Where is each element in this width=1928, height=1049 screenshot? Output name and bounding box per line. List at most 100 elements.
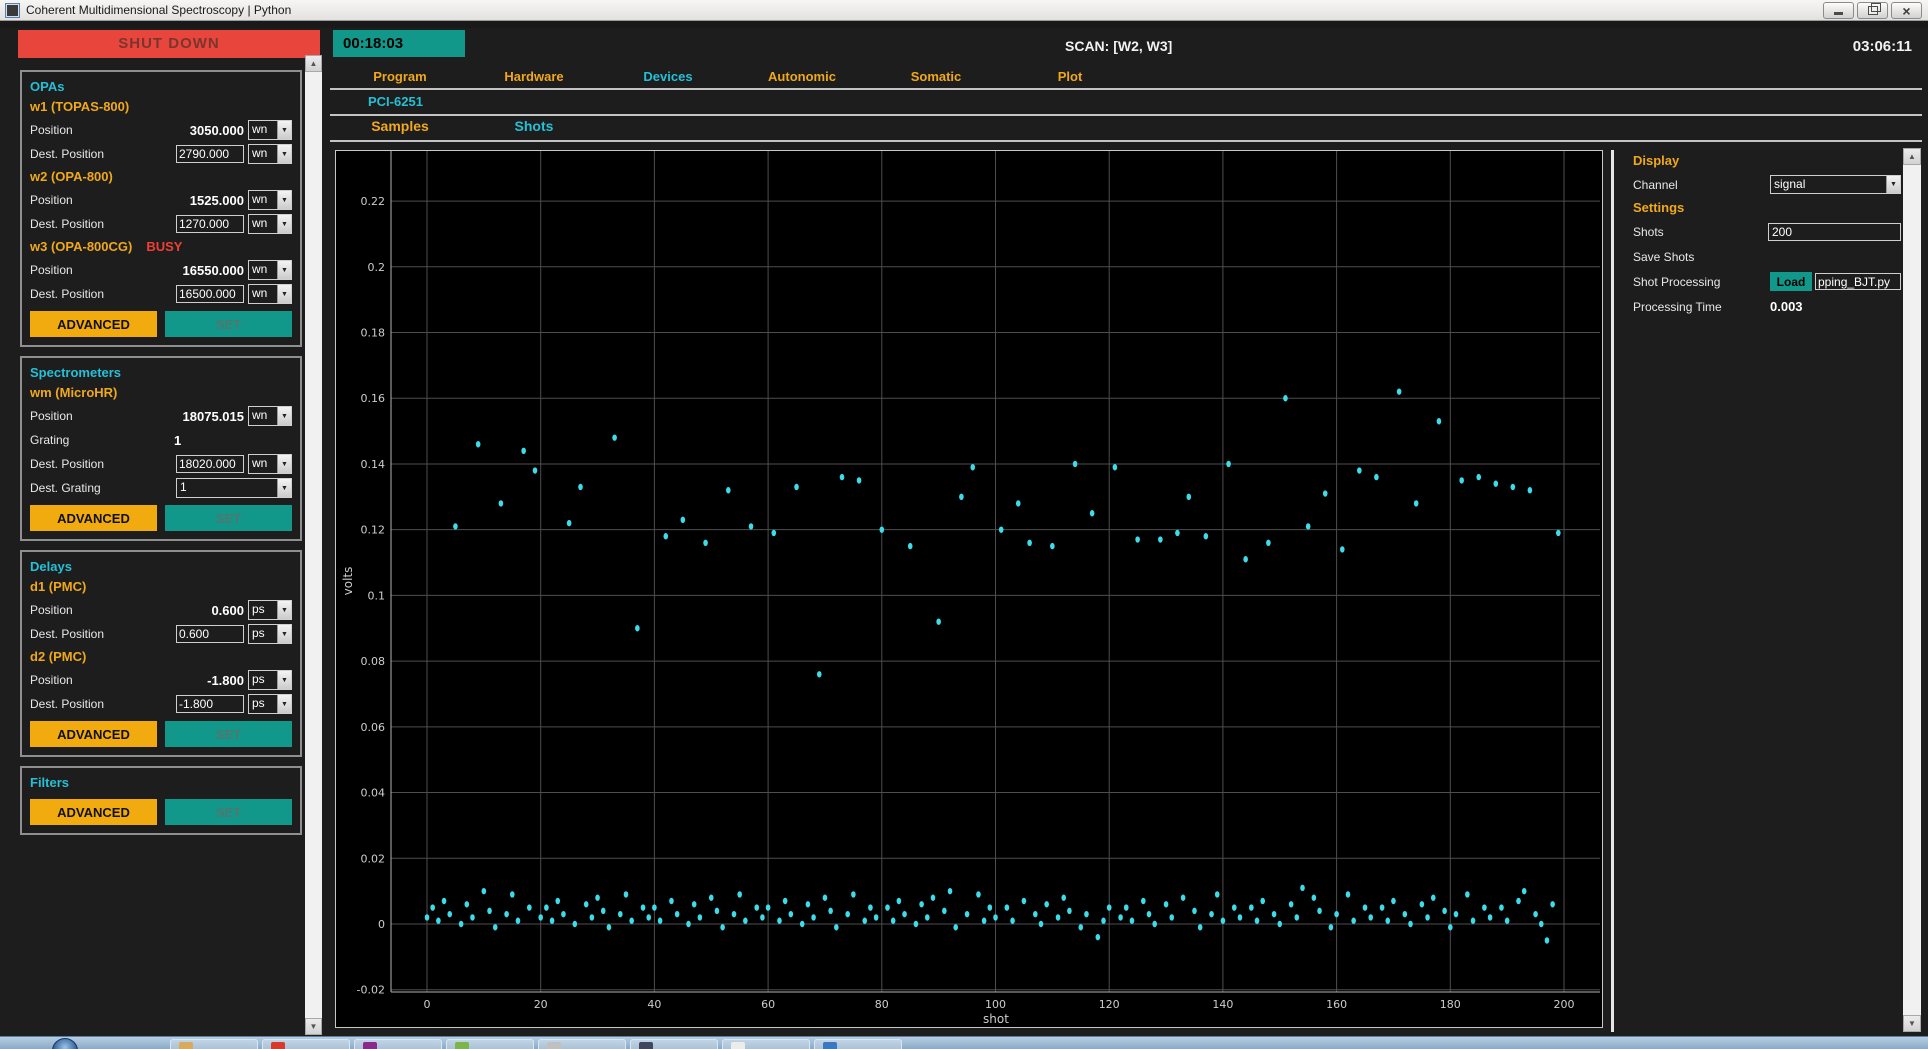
filters-set-button[interactable]: SET: [165, 799, 292, 825]
svg-text:0.02: 0.02: [361, 852, 386, 865]
tab-pci-6251[interactable]: PCI-6251: [368, 94, 423, 109]
shots-input[interactable]: [1768, 222, 1901, 241]
delays-set-button[interactable]: SET: [165, 721, 292, 747]
wm-grating-row: Grating 1: [30, 429, 292, 451]
tab-plot[interactable]: Plot: [1003, 66, 1137, 88]
w3-name: w3 (OPA-800CG): [30, 239, 133, 254]
chevron-down-icon: ▼: [277, 145, 291, 163]
section-spectrometers: Spectrometers wm (MicroHR) Position 1807…: [20, 356, 302, 541]
processing-time-row: Processing Time 0.003: [1633, 294, 1901, 319]
channel-row: Channel signal ▼: [1633, 172, 1901, 197]
load-button[interactable]: Load: [1770, 272, 1812, 291]
d2-position-units-select[interactable]: ps ▼: [248, 670, 292, 690]
wm-dest-grating-select[interactable]: 1 ▼: [176, 478, 292, 498]
tabbar-underline: [330, 88, 1922, 90]
w3-dest-units-select[interactable]: wn ▼: [248, 284, 292, 304]
section-filters: Filters ADVANCED SET: [20, 766, 302, 835]
tab-shots[interactable]: Shots: [467, 118, 601, 134]
chevron-down-icon: ▼: [277, 625, 291, 643]
wm-name: wm (MicroHR): [30, 385, 118, 400]
processing-time-label: Processing Time: [1633, 299, 1722, 314]
scroll-up-icon[interactable]: ▲: [305, 55, 322, 72]
w3-dest-position-input[interactable]: [176, 285, 244, 303]
shots-scatter-chart: 0 20 40 60 80 100 120 140 160 180 200 -0.02 0 0.02 0.0…: [341, 151, 1600, 1026]
wm-position-row: Position 18075.015 wn ▼: [30, 405, 292, 427]
svg-text:160: 160: [1326, 998, 1347, 1011]
svg-text:0.16: 0.16: [361, 392, 386, 405]
close-button[interactable]: ×: [1891, 2, 1922, 19]
minimize-button[interactable]: [1823, 2, 1854, 19]
svg-text:0.2: 0.2: [368, 261, 386, 274]
settings-panel-scrollbar[interactable]: ▲ ▼: [1903, 148, 1921, 1032]
svg-text:-0.02: -0.02: [357, 984, 385, 997]
tab-hardware[interactable]: Hardware: [467, 66, 601, 88]
scan-status: SCAN: [W2, W3]: [1065, 38, 1173, 54]
wm-dest-position-row: Dest. Position wn▼: [30, 453, 292, 475]
filters-advanced-button[interactable]: ADVANCED: [30, 799, 157, 825]
tab-program[interactable]: Program: [333, 66, 467, 88]
w2-position-units-select[interactable]: wn ▼: [248, 190, 292, 210]
w1-position-units-select[interactable]: wn ▼: [248, 120, 292, 140]
w3-position-row: Position 16550.000 wn ▼: [30, 259, 292, 281]
svg-text:volts: volts: [341, 567, 355, 596]
opas-set-button[interactable]: SET: [165, 311, 292, 337]
chevron-down-icon: ▼: [277, 191, 291, 209]
svg-text:120: 120: [1099, 998, 1120, 1011]
d1-dest-units-select[interactable]: ps ▼: [248, 624, 292, 644]
w2-dest-position-input[interactable]: [176, 215, 244, 233]
d2-dest-position-input[interactable]: [176, 695, 244, 713]
titlebar-gap: [0, 21, 1928, 28]
opas-advanced-button[interactable]: ADVANCED: [30, 311, 157, 337]
section-delays: Delays d1 (PMC) Position 0.600 ps ▼ Dest.…: [20, 550, 302, 757]
run-timer: 00:18:03: [333, 30, 465, 57]
w3-position-value: 16550.000: [182, 262, 244, 278]
panel-divider[interactable]: [1611, 150, 1614, 1032]
processing-file-input[interactable]: [1815, 273, 1901, 290]
shutdown-button[interactable]: SHUT DOWN: [18, 30, 320, 58]
w3-position-units-select[interactable]: wn ▼: [248, 260, 292, 280]
w1-position-value: 3050.000: [189, 122, 244, 138]
w1-dest-position-input[interactable]: [176, 145, 244, 163]
position-label: Position: [30, 673, 73, 687]
wm-dest-units-select[interactable]: wn ▼: [248, 454, 292, 474]
wm-dest-position-input[interactable]: [176, 455, 244, 473]
w2-dest-units-select[interactable]: wn ▼: [248, 214, 292, 234]
scroll-up-icon[interactable]: ▲: [1903, 148, 1921, 165]
w1-name: w1 (TOPAS-800): [30, 99, 130, 114]
hardware-panel-scrollbar[interactable]: ▲ ▼: [305, 55, 322, 1035]
scroll-down-icon[interactable]: ▼: [305, 1018, 322, 1035]
tab-somatic[interactable]: Somatic: [869, 66, 1003, 88]
position-label: Position: [30, 409, 73, 423]
wm-position-value: 18075.015: [182, 408, 244, 424]
w1-dest-units-select[interactable]: wn ▼: [248, 144, 292, 164]
restore-button[interactable]: [1857, 2, 1888, 19]
minimize-icon: [1834, 12, 1843, 15]
dest-position-label: Dest. Position: [30, 287, 105, 301]
d1-dest-position-input[interactable]: [176, 625, 244, 643]
main-tabbar: Program Hardware Devices Autonomic Somat…: [333, 66, 1137, 88]
d1-position-units-select[interactable]: ps ▼: [248, 600, 292, 620]
tab-devices[interactable]: Devices: [601, 66, 735, 88]
d2-dest-units-select[interactable]: ps ▼: [248, 694, 292, 714]
tab-samples[interactable]: Samples: [333, 118, 467, 134]
svg-text:0.14: 0.14: [361, 458, 386, 471]
svg-text:0.08: 0.08: [361, 655, 386, 668]
chevron-down-icon: ▼: [277, 455, 291, 473]
spectrometers-set-button[interactable]: SET: [165, 505, 292, 531]
svg-text:0.12: 0.12: [361, 524, 386, 537]
svg-text:140: 140: [1212, 998, 1233, 1011]
shots-row: Shots: [1633, 219, 1901, 244]
spectrometers-advanced-button[interactable]: ADVANCED: [30, 505, 157, 531]
wm-position-units-select[interactable]: wn ▼: [248, 406, 292, 426]
start-button[interactable]: [52, 1038, 78, 1049]
channel-select[interactable]: signal ▼: [1770, 175, 1901, 194]
tab-autonomic[interactable]: Autonomic: [735, 66, 869, 88]
window-titlebar: Coherent Multidimensional Spectroscopy |…: [0, 0, 1928, 21]
scroll-down-icon[interactable]: ▼: [1903, 1015, 1921, 1032]
delays-advanced-button[interactable]: ADVANCED: [30, 721, 157, 747]
position-label: Position: [30, 603, 73, 617]
opas-title: OPAs: [30, 79, 65, 94]
hardware-panel: OPAs w1 (TOPAS-800) Position 3050.000 wn…: [20, 70, 302, 844]
chevron-down-icon: ▼: [277, 215, 291, 233]
svg-text:40: 40: [647, 998, 661, 1011]
